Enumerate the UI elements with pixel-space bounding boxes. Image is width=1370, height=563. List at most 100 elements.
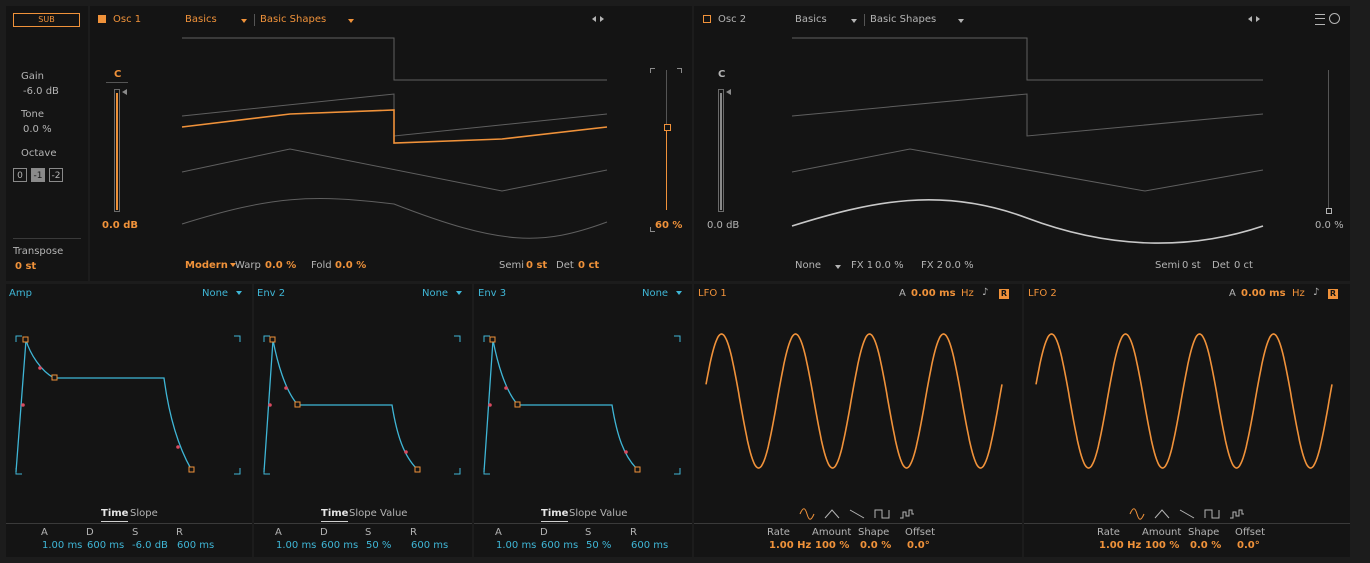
osc2-mix-value[interactable]: 0.0 %: [1315, 220, 1344, 231]
envelope-target-dropdown[interactable]: None: [642, 288, 683, 299]
osc1-enable-toggle[interactable]: [98, 15, 106, 23]
release-handle[interactable]: [634, 466, 641, 473]
osc1-mix-slider[interactable]: [664, 70, 671, 210]
env-param-value-d[interactable]: 600 ms: [321, 540, 358, 551]
circle-toggle-icon[interactable]: [1329, 13, 1340, 24]
envelope-tab-time[interactable]: Time: [321, 508, 349, 522]
release-handle[interactable]: [188, 466, 195, 473]
lfo-rate-value[interactable]: 1.00 Hz: [769, 540, 811, 551]
note-icon[interactable]: ♪: [982, 287, 988, 298]
osc1-det-value[interactable]: 0 ct: [578, 260, 599, 271]
envelope-tab-time[interactable]: Time: [541, 508, 569, 522]
lfo-retrigger-button[interactable]: R: [999, 289, 1009, 299]
lfo-offset-value[interactable]: 0.0°: [907, 540, 930, 551]
osc1-mode-dropdown[interactable]: Modern: [185, 260, 236, 271]
osc2-mix-handle[interactable]: [1326, 208, 1332, 214]
square-wave-icon[interactable]: [1204, 509, 1220, 519]
osc2-fx2-value[interactable]: 0.0 %: [945, 260, 974, 271]
osc2-mix-slider[interactable]: [1326, 70, 1332, 214]
envelope-target-dropdown[interactable]: None: [202, 288, 243, 299]
release-slope-handle[interactable]: [176, 445, 180, 449]
saw-wave-icon[interactable]: [1179, 509, 1195, 519]
lfo-offset-value[interactable]: 0.0°: [1237, 540, 1260, 551]
osc1-mix-value[interactable]: 60 %: [655, 220, 682, 231]
env-param-value-d[interactable]: 600 ms: [541, 540, 578, 551]
lfo-attack-value[interactable]: 0.00 ms: [911, 288, 956, 299]
osc1-mix-handle[interactable]: [664, 124, 671, 131]
osc1-level-value[interactable]: 0.0 dB: [102, 220, 138, 231]
env-param-value-r[interactable]: 600 ms: [631, 540, 668, 551]
osc1-semi-value[interactable]: 0 st: [526, 260, 547, 271]
osc2-enable-toggle[interactable]: [703, 15, 711, 23]
osc2-level-fader[interactable]: [718, 89, 724, 212]
lfo-amount-value[interactable]: 100 %: [1145, 540, 1179, 551]
env-param-value-d[interactable]: 600 ms: [87, 540, 124, 551]
env-param-value-a[interactable]: 1.00 ms: [496, 540, 536, 551]
envelope-tab-value[interactable]: Value: [600, 508, 627, 519]
osc2-category-dropdown[interactable]: Basics: [795, 14, 857, 25]
attack-handle[interactable]: [489, 336, 496, 343]
env-param-value-r[interactable]: 600 ms: [411, 540, 448, 551]
lfo-sync-hz-toggle[interactable]: Hz: [1292, 288, 1305, 299]
sine-wave-icon[interactable]: [1129, 508, 1145, 520]
triangle-wave-icon[interactable]: [824, 509, 840, 519]
decay-sustain-handle[interactable]: [51, 374, 58, 381]
envelope-tab-slope[interactable]: Slope: [130, 508, 158, 519]
osc2-preset-dropdown[interactable]: Basic Shapes: [870, 14, 964, 25]
sub-toggle-button[interactable]: SUB: [13, 13, 80, 27]
saw-wave-icon[interactable]: [849, 509, 865, 519]
attack-handle[interactable]: [269, 336, 276, 343]
osc1-warp-value[interactable]: 0.0 %: [265, 260, 296, 271]
osc2-mode-dropdown[interactable]: None: [795, 260, 841, 271]
attack-slope-handle[interactable]: [21, 403, 25, 407]
decay-sustain-handle[interactable]: [294, 401, 301, 408]
release-slope-handle[interactable]: [624, 450, 628, 454]
env-param-value-s[interactable]: 50 %: [366, 540, 391, 551]
env-param-value-a[interactable]: 1.00 ms: [276, 540, 316, 551]
note-icon[interactable]: ♪: [1313, 287, 1319, 298]
osc2-fx1-value[interactable]: 0.0 %: [875, 260, 904, 271]
osc2-det-value[interactable]: 0 ct: [1234, 260, 1253, 271]
triangle-wave-icon[interactable]: [1154, 509, 1170, 519]
lfo-sync-hz-toggle[interactable]: Hz: [961, 288, 974, 299]
decay-slope-handle[interactable]: [284, 386, 288, 390]
envelope-tab-time[interactable]: Time: [101, 508, 129, 522]
osc2-semi-value[interactable]: 0 st: [1182, 260, 1201, 271]
envelope-tab-slope[interactable]: Slope: [349, 508, 377, 519]
lfo-retrigger-button[interactable]: R: [1328, 289, 1338, 299]
lfo-attack-value[interactable]: 0.00 ms: [1241, 288, 1286, 299]
env-param-value-r[interactable]: 600 ms: [177, 540, 214, 551]
sub-tone-value[interactable]: 0.0 %: [23, 124, 52, 135]
envelope-tab-value[interactable]: Value: [380, 508, 407, 519]
env-param-value-s[interactable]: 50 %: [586, 540, 611, 551]
attack-slope-handle[interactable]: [268, 403, 272, 407]
envelope-target-dropdown[interactable]: None: [422, 288, 463, 299]
decay-slope-handle[interactable]: [38, 366, 42, 370]
env-param-value-s[interactable]: -6.0 dB: [132, 540, 168, 551]
octave-option-0[interactable]: 0: [13, 168, 27, 182]
lfo-shape-value[interactable]: 0.0 %: [1190, 540, 1221, 551]
osc1-preset-dropdown[interactable]: Basic Shapes: [260, 14, 354, 25]
env-param-value-a[interactable]: 1.00 ms: [42, 540, 82, 551]
attack-handle[interactable]: [22, 336, 29, 343]
osc1-preset-next-button[interactable]: [600, 16, 604, 22]
octave-option-minus1[interactable]: -1: [31, 168, 45, 182]
osc1-preset-prev-button[interactable]: [592, 16, 596, 22]
decay-sustain-handle[interactable]: [514, 401, 521, 408]
attack-slope-handle[interactable]: [488, 403, 492, 407]
osc1-category-dropdown[interactable]: Basics: [185, 14, 247, 25]
release-handle[interactable]: [414, 466, 421, 473]
decay-slope-handle[interactable]: [504, 386, 508, 390]
lfo-shape-value[interactable]: 0.0 %: [860, 540, 891, 551]
transpose-value[interactable]: 0 st: [15, 261, 36, 272]
lfo-rate-value[interactable]: 1.00 Hz: [1099, 540, 1141, 551]
osc1-level-fader[interactable]: [114, 89, 120, 212]
sub-gain-value[interactable]: -6.0 dB: [23, 86, 59, 97]
osc2-preset-next-button[interactable]: [1256, 16, 1260, 22]
envelope-tab-slope[interactable]: Slope: [569, 508, 597, 519]
octave-option-minus2[interactable]: -2: [49, 168, 63, 182]
square-wave-icon[interactable]: [874, 509, 890, 519]
hamburger-menu-icon[interactable]: [1315, 14, 1325, 25]
random-wave-icon[interactable]: [1230, 509, 1244, 519]
osc2-level-value[interactable]: 0.0 dB: [707, 220, 739, 231]
